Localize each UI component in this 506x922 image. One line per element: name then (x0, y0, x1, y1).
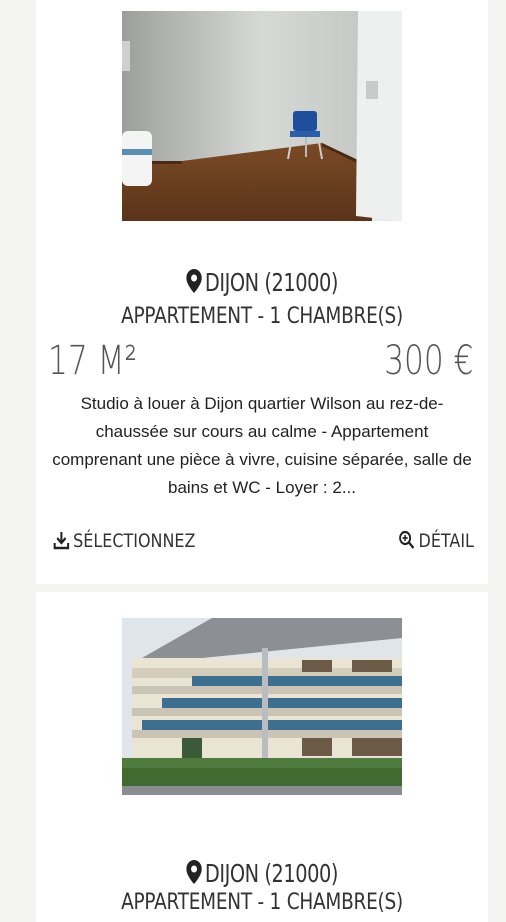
city-label: DIJON (21000) (204, 268, 339, 297)
listing-card[interactable]: DIJON (21000) APPARTEMENT - 1 CHAMBRE(S)… (36, 0, 488, 584)
select-button[interactable]: SÉLECTIONNEZ (53, 530, 195, 552)
detail-button[interactable]: DÉTAIL (398, 530, 474, 552)
listing-price: 300 € (384, 338, 474, 384)
listing-type: APPARTEMENT - 1 CHAMBRE(S) (121, 304, 403, 329)
map-pin-icon (185, 860, 202, 884)
city-label: DIJON (21000) (204, 859, 339, 888)
listing-photo[interactable] (122, 11, 402, 221)
zoom-in-icon (399, 530, 415, 549)
listing-description: Studio à louer à Dijon quartier Wilson a… (52, 394, 472, 497)
detail-label: DÉTAIL (418, 530, 474, 552)
listing-type: APPARTEMENT - 1 CHAMBRE(S) (121, 890, 403, 915)
listing-city: DIJON (21000) (68, 859, 457, 888)
listing-card[interactable]: DIJON (21000) APPARTEMENT - 1 CHAMBRE(S) (36, 592, 488, 922)
download-icon (53, 532, 70, 550)
listing-photo[interactable] (122, 618, 402, 795)
listing-city: DIJON (21000) (68, 268, 457, 297)
map-pin-icon (185, 269, 202, 293)
listing-size: 17 M² (48, 338, 138, 384)
select-label: SÉLECTIONNEZ (73, 530, 196, 552)
